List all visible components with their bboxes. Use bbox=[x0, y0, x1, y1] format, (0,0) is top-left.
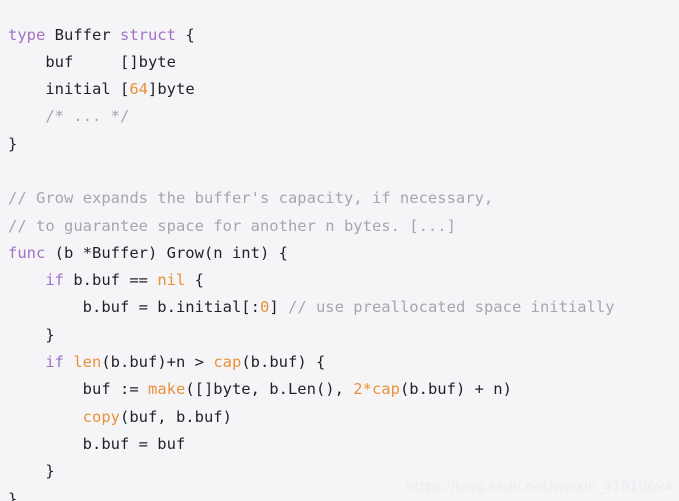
code-token-txt: ] bbox=[269, 298, 288, 317]
code-block[interactable]: type Buffer struct { buf []byte initial … bbox=[0, 16, 679, 501]
code-token-txt: (b *Buffer) Grow(n int) { bbox=[45, 243, 288, 262]
code-line: } bbox=[0, 131, 679, 158]
code-token-txt: b.buf == bbox=[64, 271, 158, 290]
code-token-txt: initial [ bbox=[8, 80, 130, 99]
code-token-txt: b.buf = buf bbox=[8, 434, 186, 453]
code-token-txt: buf := bbox=[8, 380, 148, 399]
code-token-bi: nil bbox=[157, 271, 186, 290]
code-token-txt: } bbox=[8, 489, 18, 501]
code-line: buf := make([]byte, b.Len(), 2*cap(b.buf… bbox=[0, 376, 679, 403]
code-token-txt: ([]byte, b.Len(), bbox=[185, 380, 354, 399]
code-line: // to guarantee space for another n byte… bbox=[0, 213, 679, 240]
code-token-num: 0 bbox=[259, 298, 270, 317]
code-token-bi: cap bbox=[213, 353, 242, 372]
code-snippet-page: type Buffer struct { buf []byte initial … bbox=[0, 0, 679, 501]
code-token-bi: make bbox=[147, 380, 186, 399]
code-token-txt: (b.buf)+n > bbox=[101, 353, 214, 372]
code-token-kw: struct bbox=[119, 25, 176, 44]
code-line: if len(b.buf)+n > cap(b.buf) { bbox=[0, 349, 679, 376]
code-line: func (b *Buffer) Grow(n int) { bbox=[0, 240, 679, 267]
code-token-txt: buf []byte bbox=[8, 52, 176, 71]
code-token-txt: (b.buf) { bbox=[241, 353, 326, 372]
code-token-cmt: // Grow expands the buffer's capacity, i… bbox=[8, 189, 494, 208]
code-line: // Grow expands the buffer's capacity, i… bbox=[0, 185, 679, 212]
code-token-bi: cap bbox=[371, 380, 400, 399]
code-token-txt: { bbox=[185, 271, 204, 290]
code-line: b.buf = buf bbox=[0, 431, 679, 458]
code-line: if b.buf == nil { bbox=[0, 267, 679, 294]
code-token-kw: if bbox=[45, 353, 64, 372]
code-token-txt: b.buf = b.initial[: bbox=[8, 298, 260, 317]
code-token-txt: } bbox=[8, 462, 55, 481]
code-token-num: 64 bbox=[129, 80, 148, 99]
code-token-cmt: // use preallocated space initially bbox=[287, 298, 615, 317]
code-token-kw: type bbox=[8, 25, 46, 44]
code-line: /* ... */ bbox=[0, 103, 679, 130]
code-token-txt: { bbox=[175, 25, 195, 44]
code-line: initial [64]byte bbox=[0, 76, 679, 103]
code-token-bi: len bbox=[73, 353, 102, 372]
code-token-cmt: // to guarantee space for another n byte… bbox=[8, 216, 456, 235]
code-token-txt: (b.buf) + n) bbox=[399, 380, 512, 399]
code-token-cmt: /* ... */ bbox=[45, 107, 130, 126]
code-token-kw: func bbox=[8, 243, 46, 262]
code-token-txt: } bbox=[8, 325, 55, 344]
code-line: } bbox=[0, 322, 679, 349]
code-line: copy(buf, b.buf) bbox=[0, 404, 679, 431]
code-token-num: 2* bbox=[353, 380, 372, 399]
code-token-txt: (buf, b.buf) bbox=[119, 407, 232, 426]
code-token-txt: } bbox=[8, 134, 18, 153]
code-token-bi: copy bbox=[82, 407, 120, 426]
code-line: b.buf = b.initial[:0] // use preallocate… bbox=[0, 294, 679, 321]
code-token-txt: ]byte bbox=[148, 80, 195, 99]
code-line: type Buffer struct { bbox=[0, 22, 679, 49]
code-token-txt: Buffer bbox=[45, 25, 120, 44]
code-token-kw: if bbox=[45, 271, 64, 290]
watermark-url: https://blog.csdn.net/weixin_41910694 bbox=[406, 479, 673, 495]
code-line: buf []byte bbox=[0, 49, 679, 76]
